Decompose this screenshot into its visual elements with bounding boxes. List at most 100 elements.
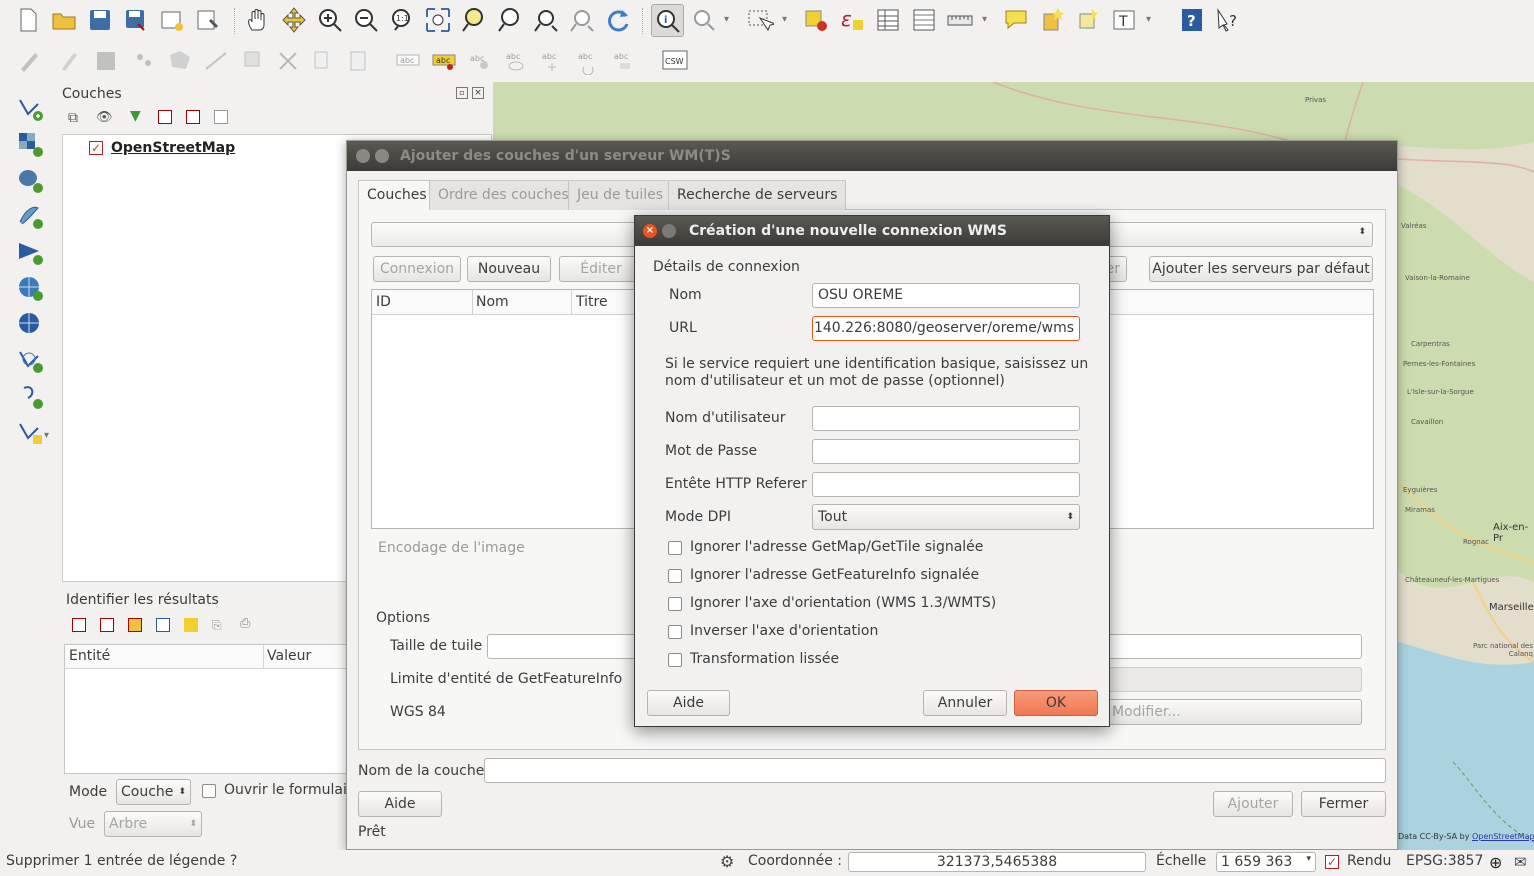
add-wcs-layer-icon[interactable] (16, 310, 46, 340)
add-wms-layer-icon[interactable] (16, 274, 46, 304)
add-wfs-layer-icon[interactable] (16, 346, 46, 376)
print-icon[interactable]: ⎙ (240, 616, 250, 631)
add-delimited-text-icon[interactable] (16, 382, 46, 412)
add-spatialite-layer-icon[interactable] (16, 202, 46, 232)
pan-to-selection-icon[interactable] (280, 6, 308, 34)
csw-metasearch-icon[interactable]: CSW (661, 47, 689, 75)
maximize-icon[interactable] (375, 149, 389, 163)
save-project-icon[interactable] (86, 6, 114, 34)
map-tips-icon[interactable] (1002, 6, 1030, 34)
ignore-getfeatureinfo-checkbox[interactable] (668, 569, 682, 583)
new-project-icon[interactable] (14, 6, 42, 34)
tab-tilesets[interactable]: Jeu de tuiles (568, 180, 673, 210)
chevron-down-icon[interactable]: ▾ (44, 430, 49, 441)
copy-features-icon[interactable] (308, 47, 336, 75)
new-button[interactable]: Nouveau (467, 256, 551, 282)
feature-limit-input[interactable] (1107, 667, 1362, 692)
tab-layer-order[interactable]: Ordre des couches (429, 180, 578, 210)
referer-input[interactable] (812, 472, 1080, 497)
smooth-transform-checkbox[interactable] (668, 653, 682, 667)
rotate-label-icon[interactable]: abc (574, 47, 602, 76)
collapse-all-icon[interactable] (186, 110, 200, 124)
deselect-features-icon[interactable] (802, 6, 830, 34)
label-highlight-icon[interactable]: abc (430, 47, 458, 75)
save-as-icon[interactable] (122, 6, 150, 34)
scale-select[interactable]: 1 659 363 ▾ (1216, 852, 1316, 872)
close-panel-icon[interactable]: × (472, 87, 484, 99)
invert-axis-checkbox[interactable] (668, 625, 682, 639)
edit-button[interactable]: Éditer (559, 256, 643, 282)
url-input[interactable]: 38.140.226:8080/geoserver/oreme/wms (812, 316, 1080, 341)
layer-name[interactable]: OpenStreetMap (111, 140, 235, 156)
copy-results-icon[interactable]: ⎘ (212, 618, 222, 633)
chevron-down-icon[interactable]: ▾ (724, 14, 729, 25)
add-group-icon[interactable]: ⧉ (68, 110, 78, 126)
collapse-tree-icon[interactable] (100, 618, 114, 632)
dpi-mode-select[interactable]: Tout ⬍ (812, 504, 1080, 530)
chevron-down-icon[interactable]: ▾ (982, 14, 987, 25)
toggle-editing-icon[interactable] (56, 47, 84, 75)
refresh-icon[interactable] (604, 6, 632, 34)
open-form-checkbox[interactable] (202, 784, 216, 798)
filter-legend-icon[interactable]: ▼ (130, 108, 141, 124)
select-features-icon[interactable] (746, 6, 777, 34)
whats-this-icon[interactable]: ? (1214, 6, 1242, 34)
label-tool-icon[interactable]: abc (394, 47, 422, 75)
connect-button[interactable]: Connexion (373, 256, 461, 282)
identify-features-icon[interactable]: i (651, 4, 684, 37)
add-vector-layer-icon[interactable] (16, 94, 46, 124)
pan-map-icon[interactable] (244, 6, 272, 34)
show-hide-labels-icon[interactable]: abc (502, 47, 530, 75)
save-edits-icon[interactable] (92, 47, 120, 75)
text-annotation-icon[interactable]: T (1110, 6, 1138, 34)
select-by-expression-icon[interactable]: ε (838, 6, 866, 34)
pin-label-icon[interactable]: abc (466, 47, 494, 75)
show-bookmarks-icon[interactable] (1074, 6, 1102, 34)
zoom-in-icon[interactable] (316, 6, 344, 34)
chevron-down-icon[interactable]: ▾ (782, 14, 787, 25)
change-label-icon[interactable]: abc (610, 47, 638, 75)
view-select[interactable]: Arbre ⬍ (104, 811, 202, 837)
current-edits-icon[interactable] (16, 47, 44, 75)
cancel-button[interactable]: Annuler (923, 690, 1007, 716)
column-header-entity[interactable]: Entité (69, 648, 110, 664)
column-header-title[interactable]: Titre (576, 294, 608, 310)
help-contents-icon[interactable]: ? (1178, 6, 1206, 34)
vertex-tool-icon[interactable] (202, 47, 230, 75)
coordinate-toggle-icon[interactable]: ⚙ (720, 852, 734, 871)
run-action-icon[interactable] (690, 6, 718, 34)
zoom-full-icon[interactable] (424, 6, 452, 34)
new-layer-icon[interactable] (16, 418, 46, 448)
layer-visibility-checkbox[interactable]: ✓ (89, 141, 103, 155)
messages-icon[interactable]: ✉ (1514, 853, 1527, 871)
new-print-layout-icon[interactable] (158, 6, 186, 34)
expand-new-results-icon[interactable] (128, 618, 142, 632)
zoom-next-icon[interactable] (568, 6, 596, 34)
close-icon[interactable]: × (643, 224, 657, 238)
add-default-servers-button[interactable]: Ajouter les serveurs par défaut (1149, 256, 1373, 282)
remove-layer-icon[interactable] (214, 110, 228, 124)
add-polygon-icon[interactable] (166, 47, 194, 75)
layer-name-input[interactable] (484, 758, 1386, 783)
add-button[interactable]: Ajouter (1213, 791, 1293, 817)
maximize-icon[interactable] (662, 224, 676, 238)
name-input[interactable]: OSU OREME (812, 283, 1080, 308)
tab-server-search[interactable]: Recherche de serveurs (668, 180, 847, 210)
open-form-icon[interactable] (156, 618, 170, 632)
help-button[interactable]: Aide (358, 791, 442, 817)
statistics-icon[interactable] (910, 6, 938, 34)
zoom-to-layer-icon[interactable] (496, 6, 524, 34)
column-header-id[interactable]: ID (376, 294, 391, 310)
cut-features-icon[interactable] (274, 47, 302, 75)
move-label-icon[interactable]: abc (538, 47, 566, 75)
mode-select[interactable]: Couche ⬍ (116, 779, 191, 805)
add-point-icon[interactable] (130, 47, 158, 75)
chevron-down-icon[interactable]: ▾ (1146, 14, 1151, 25)
add-raster-layer-icon[interactable] (16, 130, 46, 160)
crs-globe-icon[interactable]: ⊕ (1489, 853, 1502, 872)
ignore-axis-checkbox[interactable] (668, 597, 682, 611)
expand-tree-icon[interactable] (72, 618, 86, 632)
close-icon[interactable] (356, 149, 370, 163)
clear-results-icon[interactable] (184, 618, 198, 632)
column-header-value[interactable]: Valeur (267, 648, 311, 664)
